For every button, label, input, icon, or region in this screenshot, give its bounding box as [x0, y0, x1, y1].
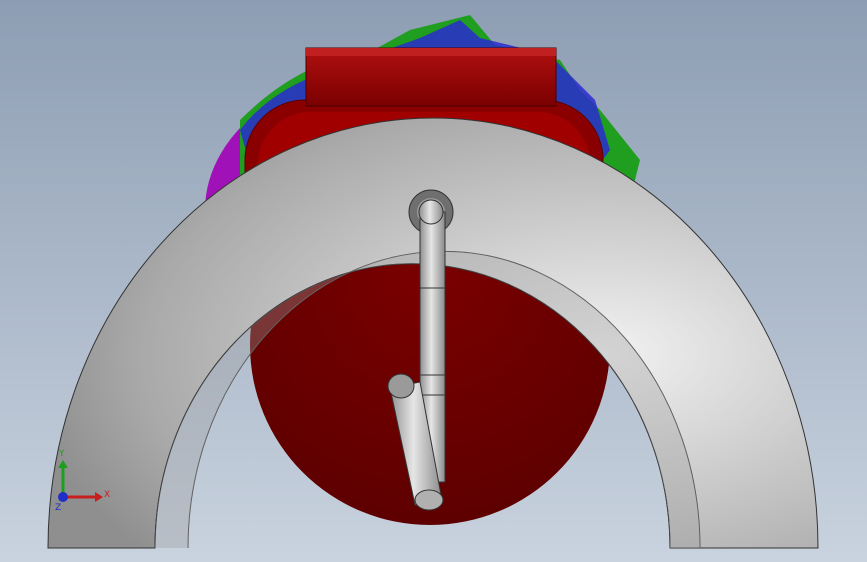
- red-housing-top: [305, 47, 557, 107]
- model-scene[interactable]: X Y Z: [0, 0, 867, 562]
- 3d-viewport[interactable]: X Y Z: [0, 0, 867, 562]
- x-axis-label: X: [104, 490, 110, 500]
- pipe-leg-cap: [387, 373, 415, 399]
- z-axis-dot: [58, 492, 68, 502]
- pipe-top-cap: [418, 199, 444, 225]
- z-axis-label: Z: [55, 503, 61, 513]
- y-axis-label: Y: [58, 449, 65, 459]
- pipe-bottom-cap: [414, 489, 444, 511]
- red-housing-top-lip: [306, 48, 556, 56]
